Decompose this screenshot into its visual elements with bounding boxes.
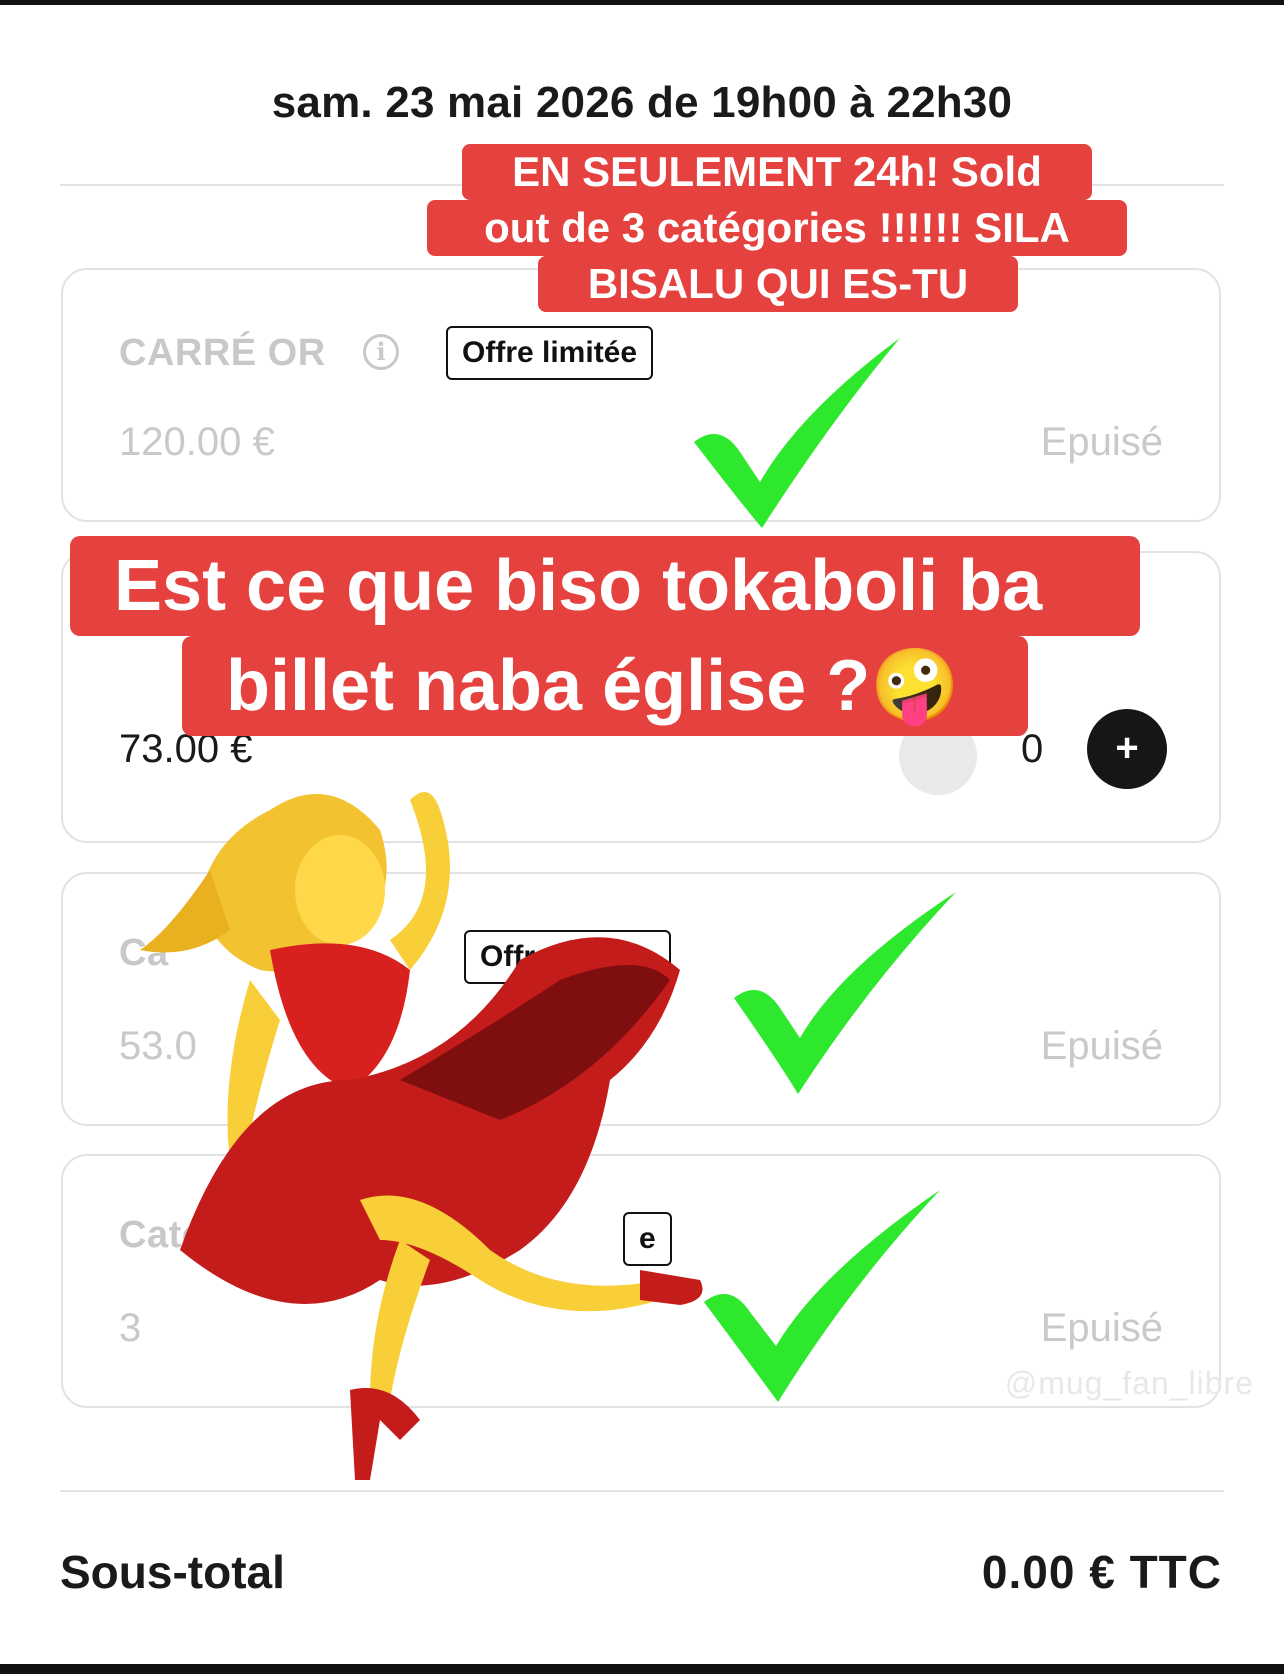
sold-out-status: Epuisé xyxy=(1040,1306,1163,1350)
ticket-name: CARRÉ OR xyxy=(119,332,326,374)
caption-top-line-2: out de 3 catégories !!!!!! SILA xyxy=(427,200,1127,256)
dancing-woman-icon xyxy=(140,792,703,1480)
caption-top-line-1: EN SEULEMENT 24h! Sold xyxy=(462,144,1092,200)
subtotal-label: Sous-total xyxy=(60,1546,285,1598)
top-edge-bar xyxy=(0,0,1284,5)
quantity-increase-button[interactable]: + xyxy=(1087,709,1167,789)
ticket-price: 3 xyxy=(119,1306,142,1350)
sold-out-status: Epuisé xyxy=(1040,1024,1163,1068)
subtotal-value: 0.00 € TTC xyxy=(981,1546,1222,1598)
sold-out-status: Epuisé xyxy=(1040,420,1163,464)
ticket-price: 120.00 € xyxy=(119,420,275,464)
caption-main-line-2: billet naba église ?🤪 xyxy=(182,636,1028,736)
quantity-value: 0 xyxy=(1021,727,1044,771)
info-icon[interactable]: i xyxy=(363,334,399,370)
limited-offer-badge: Offre limitée xyxy=(446,326,654,380)
caption-main-line-1: Est ce que biso tokaboli ba xyxy=(70,536,1140,636)
caption-top-line-3: BISALU QUI ES-TU xyxy=(538,256,1018,312)
watermark-text: @mug_fan_libre xyxy=(1004,1365,1254,1401)
bottom-edge-bar xyxy=(0,1664,1284,1674)
event-date: sam. 23 mai 2026 de 19h00 à 22h30 xyxy=(271,78,1013,127)
check-mark-icon xyxy=(694,338,900,528)
